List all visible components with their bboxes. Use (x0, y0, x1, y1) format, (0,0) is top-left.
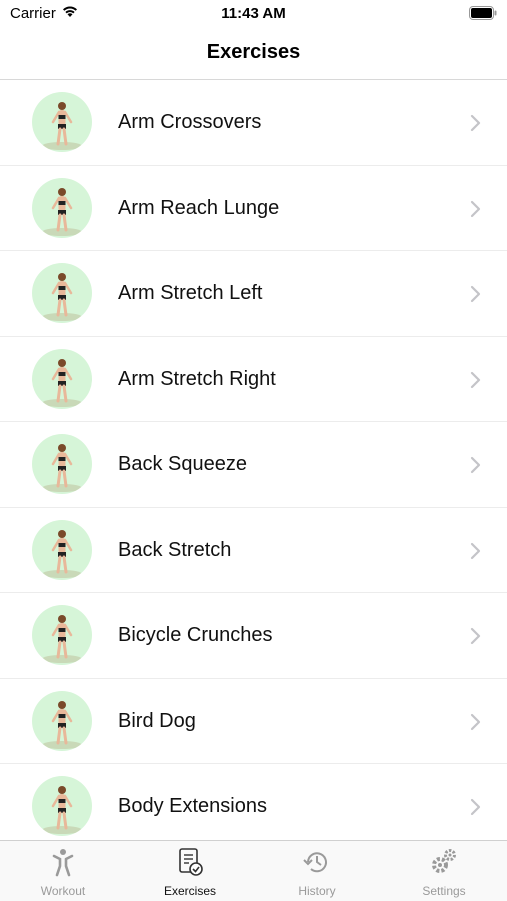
chevron-right-icon (470, 542, 482, 565)
workout-icon (52, 849, 74, 877)
status-time: 11:43 AM (221, 5, 286, 22)
status-bar: Carrier 11:43 AM (0, 0, 507, 28)
exercise-thumbnail (32, 519, 92, 580)
exercise-name: Arm Stretch Left (118, 282, 263, 304)
exercise-row[interactable]: Bird Dog (0, 679, 507, 764)
chevron-right-icon (470, 456, 482, 479)
exercise-thumbnail (32, 690, 92, 751)
tab-workout[interactable]: Workout (0, 841, 126, 901)
exercise-name: Back Squeeze (118, 453, 247, 475)
tab-bar: Workout Exercises History Settings (0, 840, 507, 901)
exercise-name: Bicycle Crunches (118, 624, 273, 646)
exercise-row[interactable]: Arm Reach Lunge (0, 166, 507, 251)
chevron-right-icon (470, 371, 482, 394)
tab-history[interactable]: History (254, 841, 380, 901)
exercise-thumbnail (32, 776, 92, 836)
tab-label: Settings (422, 884, 466, 898)
exercise-thumbnail (32, 434, 92, 494)
exercise-list[interactable]: Arm Crossovers Arm Reach Lunge Arm Stret… (0, 80, 507, 840)
exercise-name: Bird Dog (118, 709, 196, 732)
chevron-right-icon (470, 285, 482, 308)
tab-label: Workout (40, 884, 86, 898)
history-icon (303, 852, 327, 873)
page-title: Exercises (206, 41, 301, 63)
exercise-thumbnail (32, 263, 92, 323)
exercise-thumbnail (32, 348, 92, 409)
tab-settings[interactable]: Settings (381, 841, 507, 901)
exercise-row[interactable]: Back Squeeze (0, 422, 507, 508)
exercise-name: Arm Stretch Right (118, 367, 276, 390)
settings-icon (432, 849, 456, 873)
chevron-right-icon (470, 114, 482, 137)
exercise-name: Arm Crossovers (118, 111, 262, 133)
chevron-right-icon (470, 713, 482, 736)
exercise-row[interactable]: Arm Crossovers (0, 80, 507, 166)
chevron-right-icon (470, 627, 482, 650)
navigation-bar: Exercises (0, 28, 507, 80)
exercise-name: Body Extensions (118, 795, 267, 817)
chevron-right-icon (470, 798, 482, 821)
exercise-thumbnail (32, 92, 92, 152)
tab-label: Exercises (163, 884, 216, 898)
exercise-row[interactable]: Body Extensions (0, 764, 507, 840)
exercise-name: Arm Reach Lunge (118, 196, 280, 219)
exercise-row[interactable]: Bicycle Crunches (0, 593, 507, 679)
chevron-right-icon (470, 200, 482, 223)
exercise-thumbnail (32, 605, 92, 665)
exercises-icon (179, 848, 203, 876)
exercise-row[interactable]: Back Stretch (0, 508, 507, 593)
battery-icon (469, 6, 497, 20)
exercise-row[interactable]: Arm Stretch Left (0, 251, 507, 337)
exercise-name: Back Stretch (118, 538, 232, 561)
exercise-thumbnail (32, 177, 92, 238)
exercise-row[interactable]: Arm Stretch Right (0, 337, 507, 422)
tab-exercises[interactable]: Exercises (127, 841, 253, 901)
tab-label: History (298, 884, 336, 898)
